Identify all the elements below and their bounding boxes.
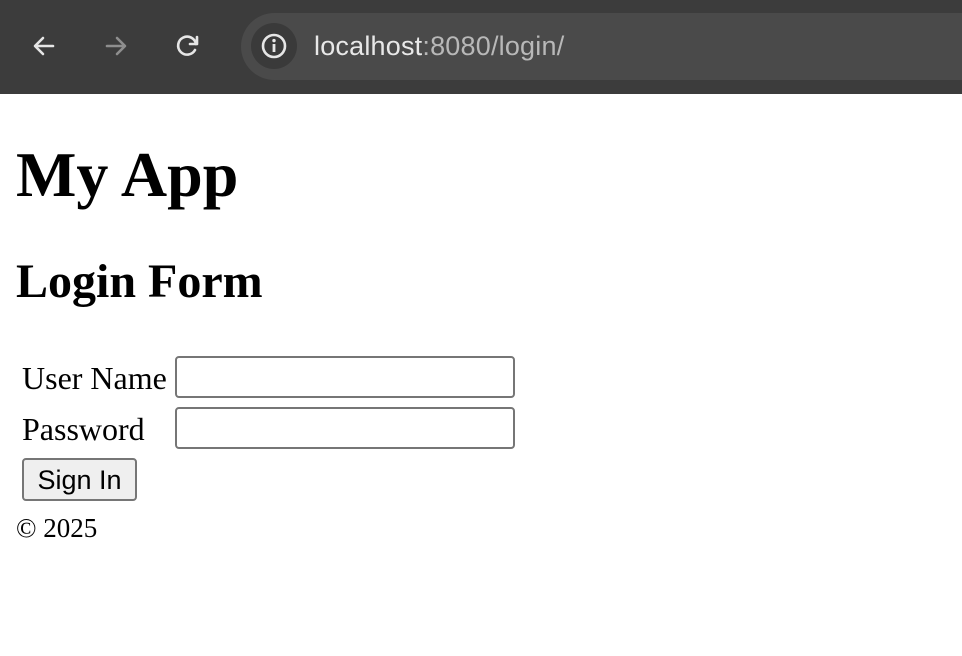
address-bar[interactable]: localhost:8080/login/ [241, 13, 962, 80]
username-label: User Name [22, 360, 167, 396]
forward-arrow-icon [105, 36, 127, 56]
app-title: My App [16, 139, 239, 210]
site-info-button[interactable] [251, 23, 297, 69]
url-text[interactable]: localhost:8080/login/ [314, 30, 564, 62]
url-path: :8080/login/ [422, 31, 565, 61]
reload-icon [176, 35, 199, 56]
footer-copyright: © 2025 [16, 513, 98, 543]
back-button[interactable] [24, 26, 64, 66]
sign-in-button[interactable]: Sign In [22, 458, 137, 501]
forward-button[interactable] [96, 26, 136, 66]
username-input[interactable] [175, 356, 515, 398]
info-icon [261, 33, 287, 59]
password-input[interactable] [175, 407, 515, 449]
reload-button[interactable] [168, 26, 208, 66]
form-title: Login Form [16, 255, 263, 308]
browser-toolbar: localhost:8080/login/ [0, 0, 962, 94]
back-arrow-icon [33, 36, 55, 56]
url-host: localhost [314, 31, 423, 61]
password-label: Password [22, 411, 145, 447]
